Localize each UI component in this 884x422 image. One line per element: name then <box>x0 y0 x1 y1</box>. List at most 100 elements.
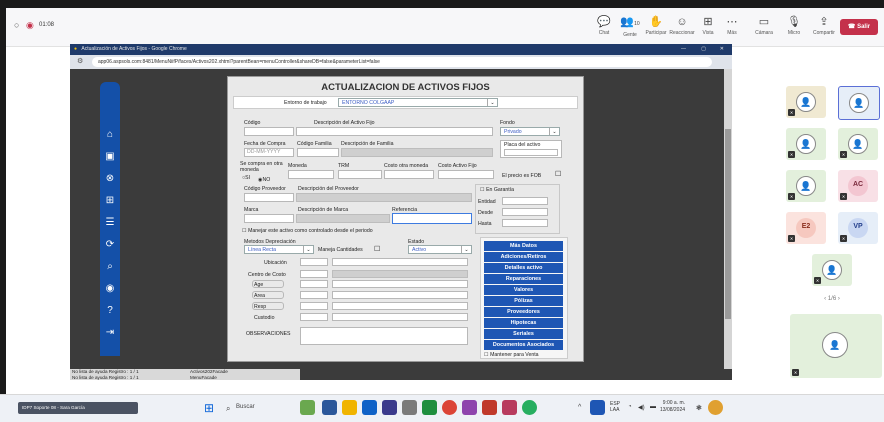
entorno-select[interactable]: ENTORNO COLGAAP ⌄ <box>338 98 498 107</box>
participant-tile[interactable]: 👤 ✕ <box>786 170 826 202</box>
custodio-input[interactable] <box>300 313 328 321</box>
navigate-icon[interactable]: ◉ <box>103 282 117 296</box>
app-icon[interactable] <box>462 400 477 415</box>
polizas-button[interactable]: Pólizas <box>484 296 563 306</box>
metodo-select[interactable]: Línea Recta ⌄ <box>244 245 314 254</box>
maximize-icon[interactable]: ▢ <box>701 44 706 55</box>
app-icon[interactable] <box>482 400 497 415</box>
refresh-icon[interactable]: ⟳ <box>103 238 117 252</box>
leave-button[interactable]: ☎ Salir <box>840 19 878 35</box>
hasta-input[interactable] <box>502 219 548 227</box>
participant-tile[interactable]: 👤 ✕ <box>786 128 826 160</box>
entidad-input[interactable] <box>502 197 548 205</box>
clock[interactable]: 9:00 a. m. 13/08/2024 <box>660 400 685 414</box>
chevron-right-icon[interactable]: › <box>836 296 840 302</box>
ubicacion-input[interactable] <box>300 258 328 266</box>
app-icon[interactable] <box>522 400 537 415</box>
site-info-icon[interactable]: ⚙ <box>77 57 83 65</box>
valores-button[interactable]: Valores <box>484 285 563 295</box>
fob-checkbox[interactable]: ☐ <box>555 170 561 178</box>
moneda-input[interactable] <box>288 170 334 179</box>
chat-button[interactable]: 💬 Chat <box>590 14 618 42</box>
costo-otra-moneda-input[interactable] <box>384 170 434 179</box>
age-input[interactable] <box>300 280 328 288</box>
app-icon[interactable] <box>502 400 517 415</box>
camera-button[interactable]: ▭ Cámara <box>750 14 778 42</box>
codigo-familia-input[interactable] <box>297 148 339 157</box>
minimize-icon[interactable]: — <box>681 44 686 55</box>
add-record-icon[interactable]: ⊞ <box>103 194 117 208</box>
home-icon[interactable]: ⌂ <box>103 128 117 142</box>
observaciones-textarea[interactable] <box>300 327 468 345</box>
participant-tile[interactable]: 👤 ✕ <box>838 128 878 160</box>
mantener-venta-checkbox[interactable]: ☐ Mantener para Venta <box>484 352 539 358</box>
excel-icon[interactable] <box>422 400 437 415</box>
garantia-checkbox[interactable]: ☐ En Garantía <box>480 187 514 193</box>
address-bar[interactable]: app06.aspsols.com:8481/MenuNiifP/faces/A… <box>92 57 712 67</box>
react-button[interactable]: ☺ Reaccionar <box>668 14 696 42</box>
page-scrollbar[interactable] <box>724 69 732 369</box>
codigo-proveedor-input[interactable] <box>244 193 294 202</box>
file-explorer-icon[interactable] <box>342 400 357 415</box>
participant-tile[interactable]: E2 ✕ <box>786 212 826 244</box>
widgets-icon[interactable] <box>300 400 315 415</box>
radio-si[interactable]: ○SI <box>242 175 250 181</box>
more-button[interactable]: ⋯ Más <box>718 14 746 42</box>
participants-pager[interactable]: ‹ 1/6 › <box>782 296 882 302</box>
volume-icon[interactable]: ◀) <box>638 404 645 411</box>
save-icon[interactable]: ▣ <box>103 150 117 164</box>
mas-datos-button[interactable]: Más Datos <box>484 241 563 251</box>
language-indicator[interactable]: ESP LAA <box>610 401 620 413</box>
help-icon[interactable]: ? <box>103 304 117 318</box>
scrollbar-thumb[interactable] <box>725 129 731 319</box>
people-button[interactable]: 👥10 Gente <box>616 14 644 42</box>
battery-icon[interactable]: ▬ <box>650 404 656 410</box>
teams-icon[interactable] <box>382 400 397 415</box>
chrome-icon[interactable] <box>442 400 457 415</box>
chevron-up-icon[interactable]: ^ <box>578 404 581 411</box>
fondo-select[interactable]: Privado ⌄ <box>500 127 560 136</box>
controlado-checkbox[interactable]: ☐ Manejar este activo como controlado de… <box>242 228 373 234</box>
taskbar-search[interactable]: Buscar <box>236 404 255 410</box>
detalles-activo-button[interactable]: Detalles activo <box>484 263 563 273</box>
copilot-icon[interactable] <box>708 400 723 415</box>
resp-input[interactable] <box>300 302 328 310</box>
centro-costo-input[interactable] <box>300 270 328 278</box>
search-record-icon[interactable]: ⌕ <box>103 260 117 274</box>
participant-tile[interactable]: 👤 ✕ <box>812 254 852 286</box>
meeting-chip[interactable]: IDP7 Soporte 08 - Sara García <box>18 402 138 414</box>
radio-no[interactable]: ◉NO <box>258 177 270 183</box>
windows-start-icon[interactable]: ⊞ <box>204 401 214 415</box>
area-input[interactable] <box>300 291 328 299</box>
documentos-asociados-button[interactable]: Documentos Asociados <box>484 340 563 350</box>
maneja-cantidades-checkbox[interactable]: ☐ <box>374 245 380 253</box>
cancel-icon[interactable]: ⊗ <box>103 172 117 186</box>
fecha-compra-input[interactable]: DD-MM-YYYY <box>244 148 294 157</box>
app-icon[interactable] <box>322 400 337 415</box>
participant-tile[interactable]: 👤 ✕ <box>786 86 826 118</box>
desde-input[interactable] <box>502 208 548 216</box>
participant-tile[interactable]: AC ✕ <box>838 170 878 202</box>
store-icon[interactable] <box>362 400 377 415</box>
costo-activo-input[interactable] <box>438 170 494 179</box>
close-icon[interactable]: ✕ <box>720 44 724 55</box>
calculator-icon[interactable] <box>402 400 417 415</box>
seriales-button[interactable]: Seriales <box>484 329 563 339</box>
reparaciones-button[interactable]: Reparaciones <box>484 274 563 284</box>
referencia-input[interactable] <box>392 213 472 224</box>
participant-tile[interactable]: 👤 <box>838 86 880 120</box>
placa-input[interactable] <box>504 149 558 156</box>
self-view-tile[interactable]: 👤 ✕ <box>790 314 882 378</box>
wifi-icon[interactable]: ◔ <box>628 404 632 410</box>
tray-app-icon[interactable] <box>590 400 605 415</box>
list-icon[interactable]: ☰ <box>103 216 117 230</box>
marca-input[interactable] <box>244 214 294 223</box>
hipotecas-button[interactable]: Hipotecas <box>484 318 563 328</box>
notifications-icon[interactable]: ❃ <box>696 404 702 412</box>
estado-select[interactable]: Activo ⌄ <box>408 245 472 254</box>
mic-button[interactable]: 🎙 Micro <box>780 14 808 42</box>
codigo-input[interactable] <box>244 127 294 136</box>
proveedores-button[interactable]: Proveedores <box>484 307 563 317</box>
raise-hand-button[interactable]: ✋ Participar <box>642 14 670 42</box>
participant-tile[interactable]: VP ✕ <box>838 212 878 244</box>
